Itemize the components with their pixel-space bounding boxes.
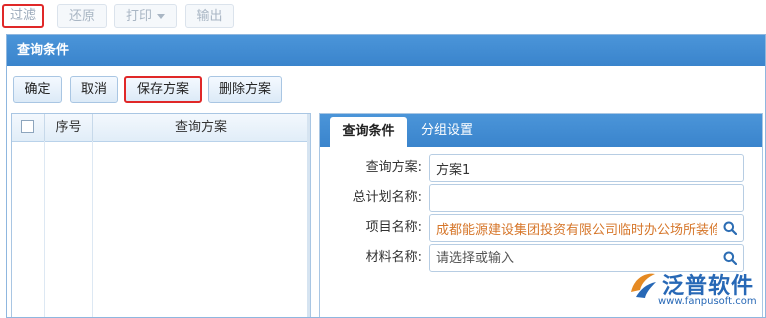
grid-header: 序号 查询方案 xyxy=(12,114,310,142)
export-button[interactable]: 输出 xyxy=(185,4,234,28)
scheme-input[interactable] xyxy=(429,154,744,182)
filter-button[interactable]: 过滤 xyxy=(2,4,44,28)
select-all-checkbox[interactable] xyxy=(21,120,34,133)
top-toolbar: 过滤 还原 打印 输出 xyxy=(0,0,766,34)
column-divider xyxy=(44,141,45,317)
plan-name-label: 总计划名称: xyxy=(352,190,422,205)
brand-logo-icon xyxy=(631,273,656,298)
grid-select-all-cell xyxy=(12,114,45,141)
form-row-scheme: 查询方案: xyxy=(320,154,762,182)
material-name-label: 材料名称: xyxy=(365,250,422,265)
grid-scrollbar[interactable] xyxy=(307,114,310,317)
tab-query-conditions[interactable]: 查询条件 xyxy=(330,117,407,147)
form-row-project-name: 项目名称: xyxy=(320,214,762,242)
save-scheme-button[interactable]: 保存方案 xyxy=(124,76,202,103)
dialog-action-bar: 确定 取消 保存方案 删除方案 xyxy=(7,66,765,108)
print-button[interactable]: 打印 xyxy=(114,4,177,28)
search-icon[interactable] xyxy=(723,251,737,265)
column-divider xyxy=(92,141,93,317)
tab-bar: 查询条件 分组设置 xyxy=(320,114,762,147)
chevron-down-icon xyxy=(157,14,165,19)
plan-name-input[interactable] xyxy=(429,184,744,212)
column-header-scheme[interactable]: 查询方案 xyxy=(93,114,309,141)
restore-button[interactable]: 还原 xyxy=(57,4,107,28)
dialog-title: 查询条件 xyxy=(7,35,765,66)
scheme-label: 查询方案: xyxy=(365,160,422,175)
print-button-label: 打印 xyxy=(125,9,152,24)
project-name-label: 项目名称: xyxy=(365,220,422,235)
brand-watermark: 泛普软件 www.fanpusoft.com xyxy=(628,268,762,312)
confirm-button[interactable]: 确定 xyxy=(13,76,62,103)
tab-group-settings[interactable]: 分组设置 xyxy=(419,114,475,147)
scheme-grid: 序号 查询方案 xyxy=(11,113,311,317)
form-row-plan-name: 总计划名称: xyxy=(320,184,762,212)
delete-scheme-button[interactable]: 删除方案 xyxy=(208,76,282,103)
search-icon[interactable] xyxy=(723,221,737,235)
column-header-index[interactable]: 序号 xyxy=(45,114,93,141)
cancel-button[interactable]: 取消 xyxy=(70,76,118,103)
project-name-input[interactable] xyxy=(429,214,744,242)
brand-url: www.fanpusoft.com xyxy=(658,296,757,307)
